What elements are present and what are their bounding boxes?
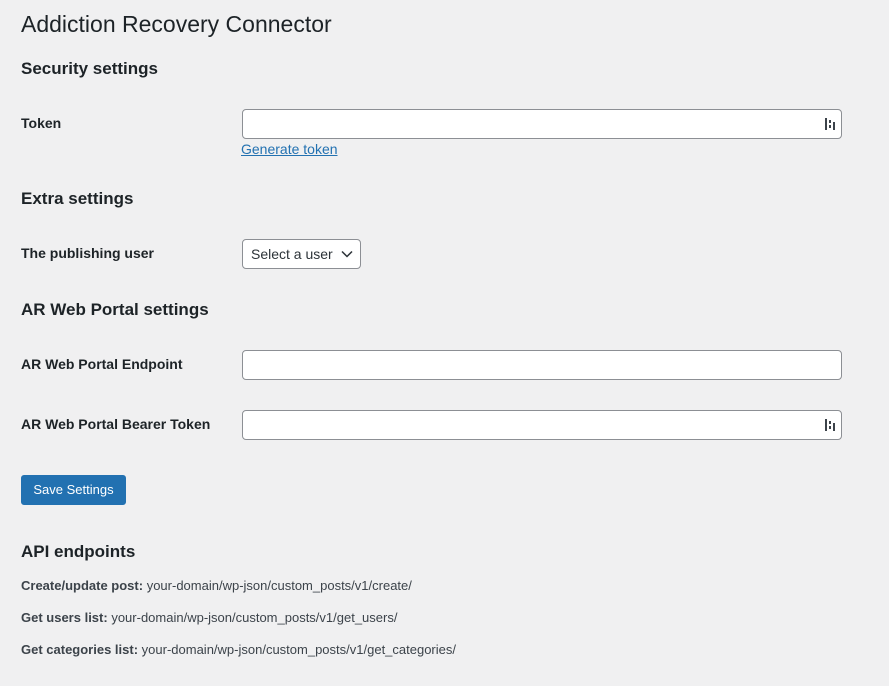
ar-web-portal-bearer-token-input[interactable] bbox=[242, 410, 842, 440]
settings-page: Addiction Recovery Connector Security se… bbox=[0, 0, 889, 686]
password-manager-icon[interactable] bbox=[823, 116, 837, 132]
token-label: Token bbox=[21, 115, 62, 131]
token-input[interactable] bbox=[242, 109, 842, 139]
ar-web-portal-settings-heading: AR Web Portal settings bbox=[21, 300, 209, 319]
chevron-down-icon bbox=[341, 250, 353, 258]
ar-web-portal-bearer-token-label: AR Web Portal Bearer Token bbox=[21, 416, 211, 432]
api-endpoints-heading: API endpoints bbox=[21, 542, 136, 561]
api-endpoint-label: Get users list: bbox=[21, 610, 108, 625]
api-endpoint-path: your-domain/wp-json/custom_posts/v1/get_… bbox=[141, 642, 456, 657]
publishing-user-label: The publishing user bbox=[21, 245, 155, 261]
api-endpoint-item: Get categories list: your-domain/wp-json… bbox=[21, 641, 456, 659]
extra-settings-heading: Extra settings bbox=[21, 189, 134, 208]
security-settings-heading: Security settings bbox=[21, 59, 158, 78]
api-endpoint-path: your-domain/wp-json/custom_posts/v1/get_… bbox=[111, 610, 398, 625]
api-endpoint-item: Create/update post: your-domain/wp-json/… bbox=[21, 577, 412, 595]
api-endpoint-item: Get users list: your-domain/wp-json/cust… bbox=[21, 609, 397, 627]
api-endpoint-label: Create/update post: bbox=[21, 578, 144, 593]
save-settings-button[interactable]: Save Settings bbox=[21, 475, 126, 505]
ar-web-portal-endpoint-label: AR Web Portal Endpoint bbox=[21, 356, 183, 372]
publishing-user-select[interactable]: Select a user bbox=[242, 239, 361, 269]
api-endpoint-path: your-domain/wp-json/custom_posts/v1/crea… bbox=[146, 578, 412, 593]
ar-web-portal-endpoint-input[interactable] bbox=[242, 350, 842, 380]
page-title: Addiction Recovery Connector bbox=[21, 11, 332, 37]
generate-token-link[interactable]: Generate token bbox=[241, 140, 338, 158]
password-manager-icon[interactable] bbox=[823, 417, 837, 433]
api-endpoint-label: Get categories list: bbox=[21, 642, 139, 657]
publishing-user-selected-value: Select a user bbox=[251, 246, 333, 262]
